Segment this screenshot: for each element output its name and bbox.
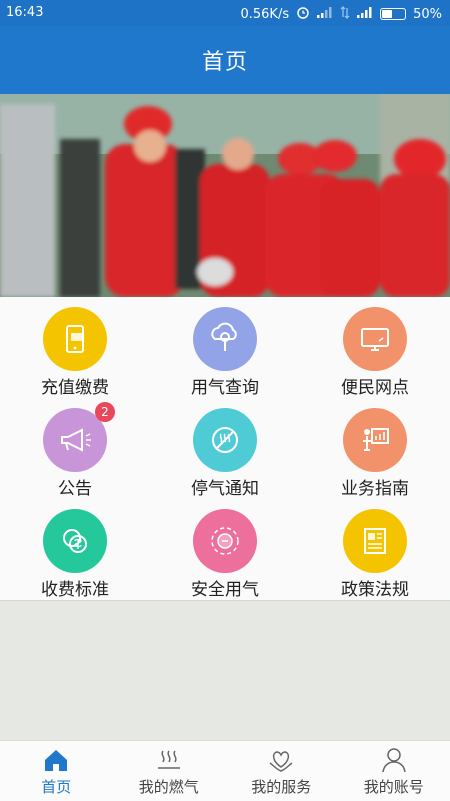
grid-item-label: 用气查询 (150, 373, 300, 398)
user-icon (380, 747, 408, 773)
network-speed: 0.56K/s (240, 7, 289, 22)
service-grid: 充值缴费 用气查询 便民网点 2 公告 停气通知 业务指南 (0, 297, 450, 600)
tab-my-service[interactable]: 我的服务 (225, 741, 338, 801)
bottom-tab-bar: 首页 我的燃气 我的服务 我的账号 (0, 740, 450, 801)
tab-home[interactable]: 首页 (0, 741, 113, 801)
grid-item-policy[interactable]: 政策法规 (300, 499, 450, 599)
grid-item-label: 充值缴费 (0, 373, 150, 398)
no-gas-icon (193, 408, 257, 472)
alarm-icon (296, 5, 310, 23)
workers-photo-icon (0, 94, 450, 297)
grid-item-label: 公告 (0, 474, 150, 499)
app-header: 首页 (0, 26, 450, 94)
grid-item-recharge[interactable]: 充值缴费 (0, 297, 150, 397)
signal-2-icon (357, 6, 373, 22)
tab-my-gas[interactable]: 我的燃气 (113, 741, 226, 801)
status-time: 16:43 (6, 5, 43, 20)
grid-item-gas-outage[interactable]: 停气通知 (150, 398, 300, 498)
grid-item-label: 政策法规 (300, 575, 450, 600)
tab-label: 我的燃气 (113, 776, 226, 797)
status-icons: 0.56K/s 50% (240, 5, 442, 23)
gas-heat-icon (155, 747, 183, 773)
page-title: 首页 (202, 44, 248, 76)
tab-label: 首页 (0, 776, 113, 797)
grid-item-fee-standard[interactable]: 收费标准 (0, 499, 150, 599)
battery-icon (380, 8, 406, 20)
tab-my-account[interactable]: 我的账号 (338, 741, 450, 801)
tab-label: 我的账号 (338, 776, 450, 797)
grid-item-service-points[interactable]: 便民网点 (300, 297, 450, 397)
grid-item-gas-safety[interactable]: 安全用气 (150, 499, 300, 599)
grid-item-gas-query[interactable]: 用气查询 (150, 297, 300, 397)
status-bar: 16:43 0.56K/s 50% (0, 0, 450, 26)
grid-item-label: 业务指南 (300, 474, 450, 499)
grid-item-label: 停气通知 (150, 474, 300, 499)
home-icon (42, 747, 70, 773)
cloud-search-icon (193, 307, 257, 371)
grid-item-business-guide[interactable]: 业务指南 (300, 398, 450, 498)
data-transfer-icon (340, 6, 350, 23)
grid-item-announcement[interactable]: 2 公告 (0, 398, 150, 498)
grid-item-label: 收费标准 (0, 575, 150, 600)
notification-badge: 2 (95, 402, 115, 422)
presentation-icon (343, 408, 407, 472)
money-icon (43, 509, 107, 573)
battery-percent: 50% (413, 7, 442, 22)
safety-gauge-icon (193, 509, 257, 573)
heart-hands-icon (267, 747, 295, 773)
banner-image[interactable] (0, 94, 450, 297)
tab-label: 我的服务 (225, 776, 338, 797)
grid-item-label: 安全用气 (150, 575, 300, 600)
grid-item-label: 便民网点 (300, 373, 450, 398)
signal-icon (317, 6, 333, 22)
monitor-icon (343, 307, 407, 371)
card-phone-icon (43, 307, 107, 371)
document-icon (343, 509, 407, 573)
content-placeholder (0, 600, 450, 741)
